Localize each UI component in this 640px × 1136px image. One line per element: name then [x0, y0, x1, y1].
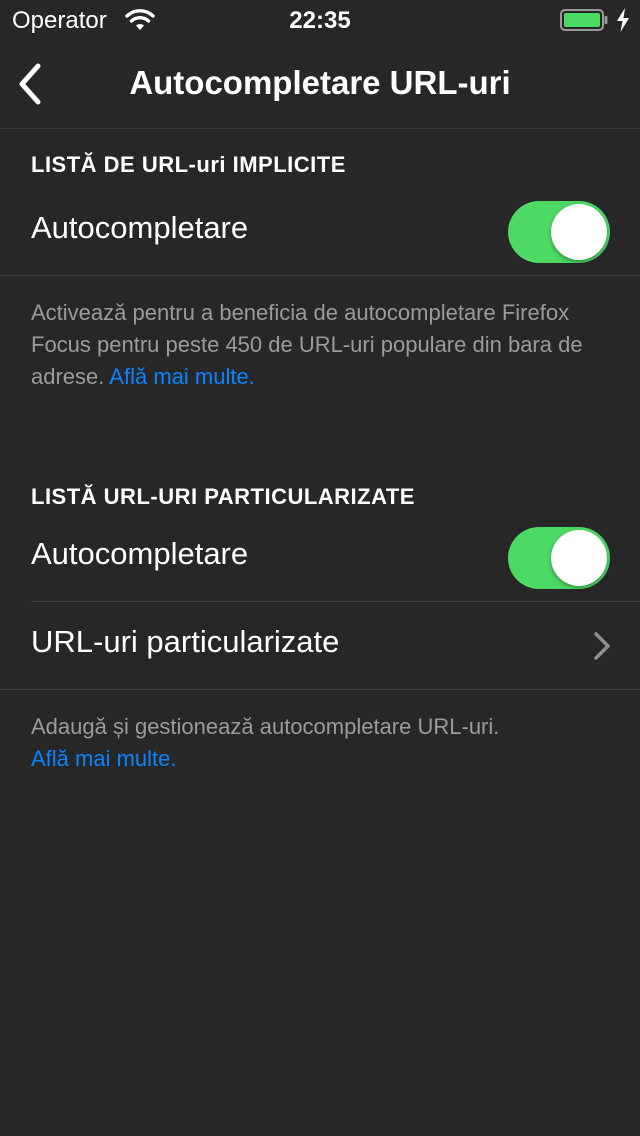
footer-text: Adaugă și gestionează autocompletare URL…	[31, 714, 500, 739]
row-default-autocomplete: Autocompletare	[0, 188, 640, 276]
default-autocomplete-toggle[interactable]	[508, 201, 610, 263]
row-label: URL-uri particularizate	[31, 624, 340, 659]
section-header-default-list: LISTĂ DE URL-uri IMPLICITE	[31, 152, 346, 177]
section-header-custom-list: LISTĂ URL-URI PARTICULARIZATE	[31, 484, 415, 509]
chevron-right-icon	[594, 632, 610, 660]
divider	[0, 689, 640, 690]
page-title: Autocompletare URL-uri	[129, 64, 511, 101]
status-time: 22:35	[289, 7, 351, 34]
toggle-knob	[551, 204, 607, 260]
section-footer-default-list: Activează pentru a beneficia de autocomp…	[31, 297, 611, 393]
toggle-knob	[551, 530, 607, 586]
row-custom-urls[interactable]: URL-uri particularizate	[0, 602, 640, 690]
charging-bolt-icon	[617, 8, 629, 32]
row-custom-autocomplete: Autocompletare	[0, 514, 640, 602]
battery-full-icon	[560, 9, 608, 31]
status-bar: Operator 22:35	[0, 0, 640, 40]
row-label: Autocompletare	[31, 210, 249, 245]
navigation-bar: Autocompletare URL-uri	[0, 40, 640, 129]
divider	[0, 275, 640, 276]
custom-autocomplete-toggle[interactable]	[508, 527, 610, 589]
learn-more-link-default[interactable]: Află mai multe.	[109, 364, 255, 389]
section-footer-custom-list: Adaugă și gestionează autocompletare URL…	[31, 711, 611, 775]
learn-more-link-custom[interactable]: Află mai multe.	[31, 746, 177, 771]
row-label: Autocompletare	[31, 536, 249, 571]
